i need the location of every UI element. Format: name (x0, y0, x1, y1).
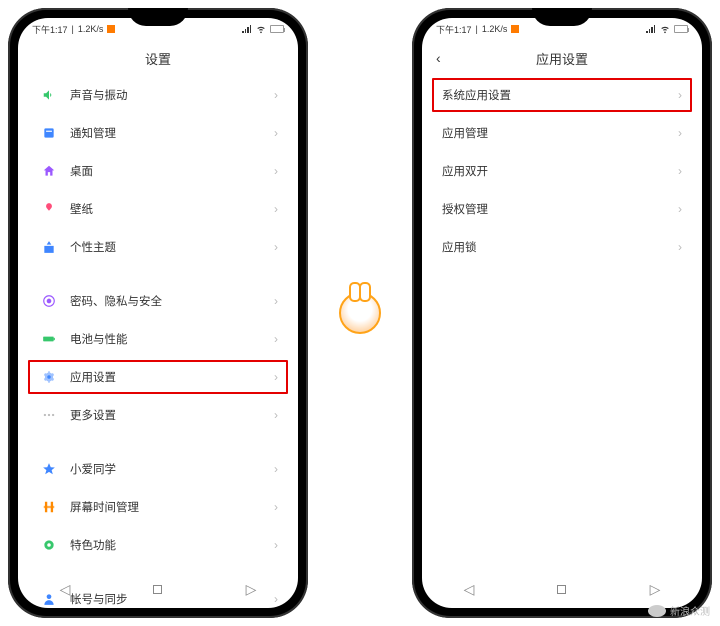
chevron-right-icon: › (274, 538, 278, 552)
wifi-icon (256, 24, 266, 34)
app-settings-row-label: 授权管理 (442, 201, 678, 217)
settings-row-label: 密码、隐私与安全 (70, 293, 274, 309)
chevron-right-icon: › (274, 332, 278, 346)
phone-left: 下午1:17 | 1.2K/s 设置 声音与振动 › 通知管理 › (8, 8, 308, 618)
settings-row-sound[interactable]: 声音与振动 › (38, 76, 278, 114)
page-title: 应用设置 (536, 49, 588, 68)
status-indicator-icon (511, 25, 519, 33)
app-settings-row-label: 应用双开 (442, 163, 678, 179)
chevron-right-icon: › (274, 240, 278, 254)
settings-row-label: 电池与性能 (70, 331, 274, 347)
nav-recent-icon[interactable]: ▷ (246, 581, 257, 598)
chevron-right-icon: › (274, 294, 278, 308)
screentime-icon (38, 500, 60, 514)
settings-row-label: 更多设置 (70, 407, 274, 423)
status-time: 下午1:17 (32, 23, 68, 36)
chevron-right-icon: › (678, 88, 682, 102)
settings-row-wallpaper[interactable]: 壁纸 › (38, 190, 278, 228)
chevron-right-icon: › (274, 370, 278, 384)
nav-bar: ◁ ▷ (18, 574, 298, 604)
chevron-right-icon: › (274, 408, 278, 422)
status-speed: 1.2K/s (482, 24, 508, 34)
chevron-right-icon: › (274, 462, 278, 476)
app-settings-list[interactable]: 系统应用设置 › 应用管理 › 应用双开 › 授权管理 › 应用锁 › (422, 76, 702, 266)
status-indicator-icon (107, 25, 115, 33)
app-settings-row-label: 应用管理 (442, 125, 678, 141)
settings-row-label: 小爱同学 (70, 461, 274, 477)
settings-row-label: 应用设置 (70, 369, 274, 385)
settings-row-features[interactable]: 特色功能 › (38, 526, 278, 564)
chevron-right-icon: › (678, 126, 682, 140)
signal-icon (242, 25, 252, 33)
app-settings-row-label: 系统应用设置 (442, 87, 678, 103)
privacy-icon (38, 294, 60, 308)
status-speed: 1.2K/s (78, 24, 104, 34)
settings-row-ai[interactable]: 小爱同学 › (38, 450, 278, 488)
chevron-right-icon: › (678, 202, 682, 216)
signal-icon (646, 25, 656, 33)
app-settings-row[interactable]: 应用双开 › (442, 152, 682, 190)
settings-row-battery[interactable]: 电池与性能 › (38, 320, 278, 358)
header-left: 设置 (18, 40, 298, 76)
battery-icon (38, 332, 60, 346)
theme-icon (38, 240, 60, 254)
chevron-right-icon: › (274, 500, 278, 514)
settings-row-label: 屏幕时间管理 (70, 499, 274, 515)
wifi-icon (660, 24, 670, 34)
settings-row-home[interactable]: 桌面 › (38, 152, 278, 190)
notify-icon (38, 126, 60, 140)
chevron-right-icon: › (274, 126, 278, 140)
settings-row-notify[interactable]: 通知管理 › (38, 114, 278, 152)
more-icon (38, 408, 60, 422)
nav-back-icon[interactable]: ◁ (60, 581, 71, 598)
notch (128, 8, 188, 26)
header-right: ‹ 应用设置 (422, 40, 702, 76)
settings-row-label: 声音与振动 (70, 87, 274, 103)
app-settings-row[interactable]: 应用管理 › (442, 114, 682, 152)
phone-right: 下午1:17 | 1.2K/s ‹ 应用设置 系统应用设置 › 应用管理 › 应… (412, 8, 712, 618)
settings-row-screentime[interactable]: 屏幕时间管理 › (38, 488, 278, 526)
settings-row-label: 个性主题 (70, 239, 274, 255)
settings-row-label: 特色功能 (70, 537, 274, 553)
mascot-watermark (330, 278, 390, 348)
sound-icon (38, 88, 60, 102)
wallpaper-icon (38, 202, 60, 216)
settings-row-privacy[interactable]: 密码、隐私与安全 › (38, 282, 278, 320)
chevron-right-icon: › (678, 240, 682, 254)
app-settings-row-label: 应用锁 (442, 239, 678, 255)
nav-home-icon[interactable] (557, 585, 566, 594)
back-button[interactable]: ‹ (436, 50, 441, 66)
settings-row-label: 桌面 (70, 163, 274, 179)
ai-icon (38, 462, 60, 476)
settings-row-app-settings[interactable]: 应用设置 › (38, 358, 278, 396)
settings-row-theme[interactable]: 个性主题 › (38, 228, 278, 266)
chevron-right-icon: › (274, 88, 278, 102)
nav-recent-icon[interactable]: ▷ (650, 581, 661, 598)
battery-icon (674, 25, 688, 33)
settings-row-more[interactable]: 更多设置 › (38, 396, 278, 434)
app-settings-row[interactable]: 授权管理 › (442, 190, 682, 228)
screen-right: 下午1:17 | 1.2K/s ‹ 应用设置 系统应用设置 › 应用管理 › 应… (422, 18, 702, 608)
nav-bar: ◁ ▷ (422, 574, 702, 604)
chevron-right-icon: › (274, 164, 278, 178)
notch (532, 8, 592, 26)
home-icon (38, 164, 60, 178)
status-time: 下午1:17 (436, 23, 472, 36)
settings-row-label: 壁纸 (70, 201, 274, 217)
nav-back-icon[interactable]: ◁ (464, 581, 475, 598)
app-settings-row[interactable]: 应用锁 › (442, 228, 682, 266)
chevron-right-icon: › (678, 164, 682, 178)
page-title: 设置 (145, 49, 171, 68)
nav-home-icon[interactable] (153, 585, 162, 594)
chevron-right-icon: › (274, 202, 278, 216)
app-settings-row[interactable]: 系统应用设置 › (442, 76, 682, 114)
battery-icon (270, 25, 284, 33)
app-settings-icon (38, 370, 60, 384)
settings-row-label: 通知管理 (70, 125, 274, 141)
screen-left: 下午1:17 | 1.2K/s 设置 声音与振动 › 通知管理 › (18, 18, 298, 608)
features-icon (38, 538, 60, 552)
settings-list[interactable]: 声音与振动 › 通知管理 › 桌面 › 壁纸 › 个性主题 › 密码、隐私与安全 (18, 76, 298, 608)
